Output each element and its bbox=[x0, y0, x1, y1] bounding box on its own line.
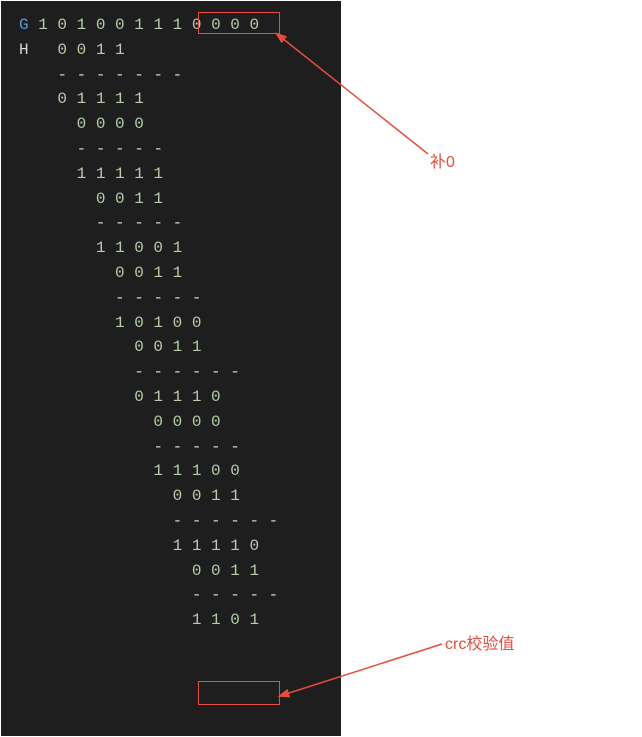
step5-remainder: 1 0 1 0 0 bbox=[19, 311, 323, 336]
step2-xor: 0 0 0 0 bbox=[19, 112, 323, 137]
step4-xor: 0 0 1 1 bbox=[19, 261, 323, 286]
step2-dashes: - - - - - bbox=[19, 137, 323, 162]
crc-division-block: G 1 0 1 0 0 1 1 1 0 0 0 0 H 0 0 1 1 - - … bbox=[1, 1, 341, 736]
divisor-row: H 0 0 1 1 bbox=[19, 38, 323, 63]
padding-label: 补0 bbox=[430, 148, 455, 172]
step8-xor: 0 0 1 1 bbox=[19, 559, 323, 584]
label-h: H bbox=[19, 41, 29, 59]
step8-remainder: 1 1 1 1 0 bbox=[19, 534, 323, 559]
step2-remainder: 0 1 1 1 1 bbox=[19, 87, 323, 112]
label-g: G bbox=[19, 16, 29, 34]
crc-result: 1 1 0 1 bbox=[19, 608, 323, 633]
step5-xor: 0 0 1 1 bbox=[19, 335, 323, 360]
crc-label: crc校验值 bbox=[445, 630, 514, 654]
step3-dashes: - - - - - bbox=[19, 211, 323, 236]
step1-dashes: - - - - - - - bbox=[19, 63, 323, 88]
step5-dashes: - - - - - - bbox=[19, 360, 323, 385]
dividend-row: G 1 0 1 0 0 1 1 1 0 0 0 0 bbox=[19, 13, 323, 38]
step7-dashes: - - - - - - bbox=[19, 509, 323, 534]
step8-dashes: - - - - - bbox=[19, 583, 323, 608]
dividend-bits: 1 0 1 0 0 1 1 1 bbox=[38, 16, 182, 34]
step7-xor: 0 0 1 1 bbox=[19, 484, 323, 509]
step7-remainder: 1 1 1 0 0 bbox=[19, 459, 323, 484]
padding-bits: 0 0 0 0 bbox=[192, 16, 259, 34]
step6-xor: 0 0 0 0 bbox=[19, 410, 323, 435]
step6-remainder: 0 1 1 1 0 bbox=[19, 385, 323, 410]
step4-remainder: 1 1 0 0 1 bbox=[19, 236, 323, 261]
step3-remainder: 1 1 1 1 1 bbox=[19, 162, 323, 187]
step6-dashes: - - - - - bbox=[19, 435, 323, 460]
step4-dashes: - - - - - bbox=[19, 286, 323, 311]
step3-xor: 0 0 1 1 bbox=[19, 187, 323, 212]
step1-xor: 0 0 1 1 bbox=[57, 41, 124, 59]
